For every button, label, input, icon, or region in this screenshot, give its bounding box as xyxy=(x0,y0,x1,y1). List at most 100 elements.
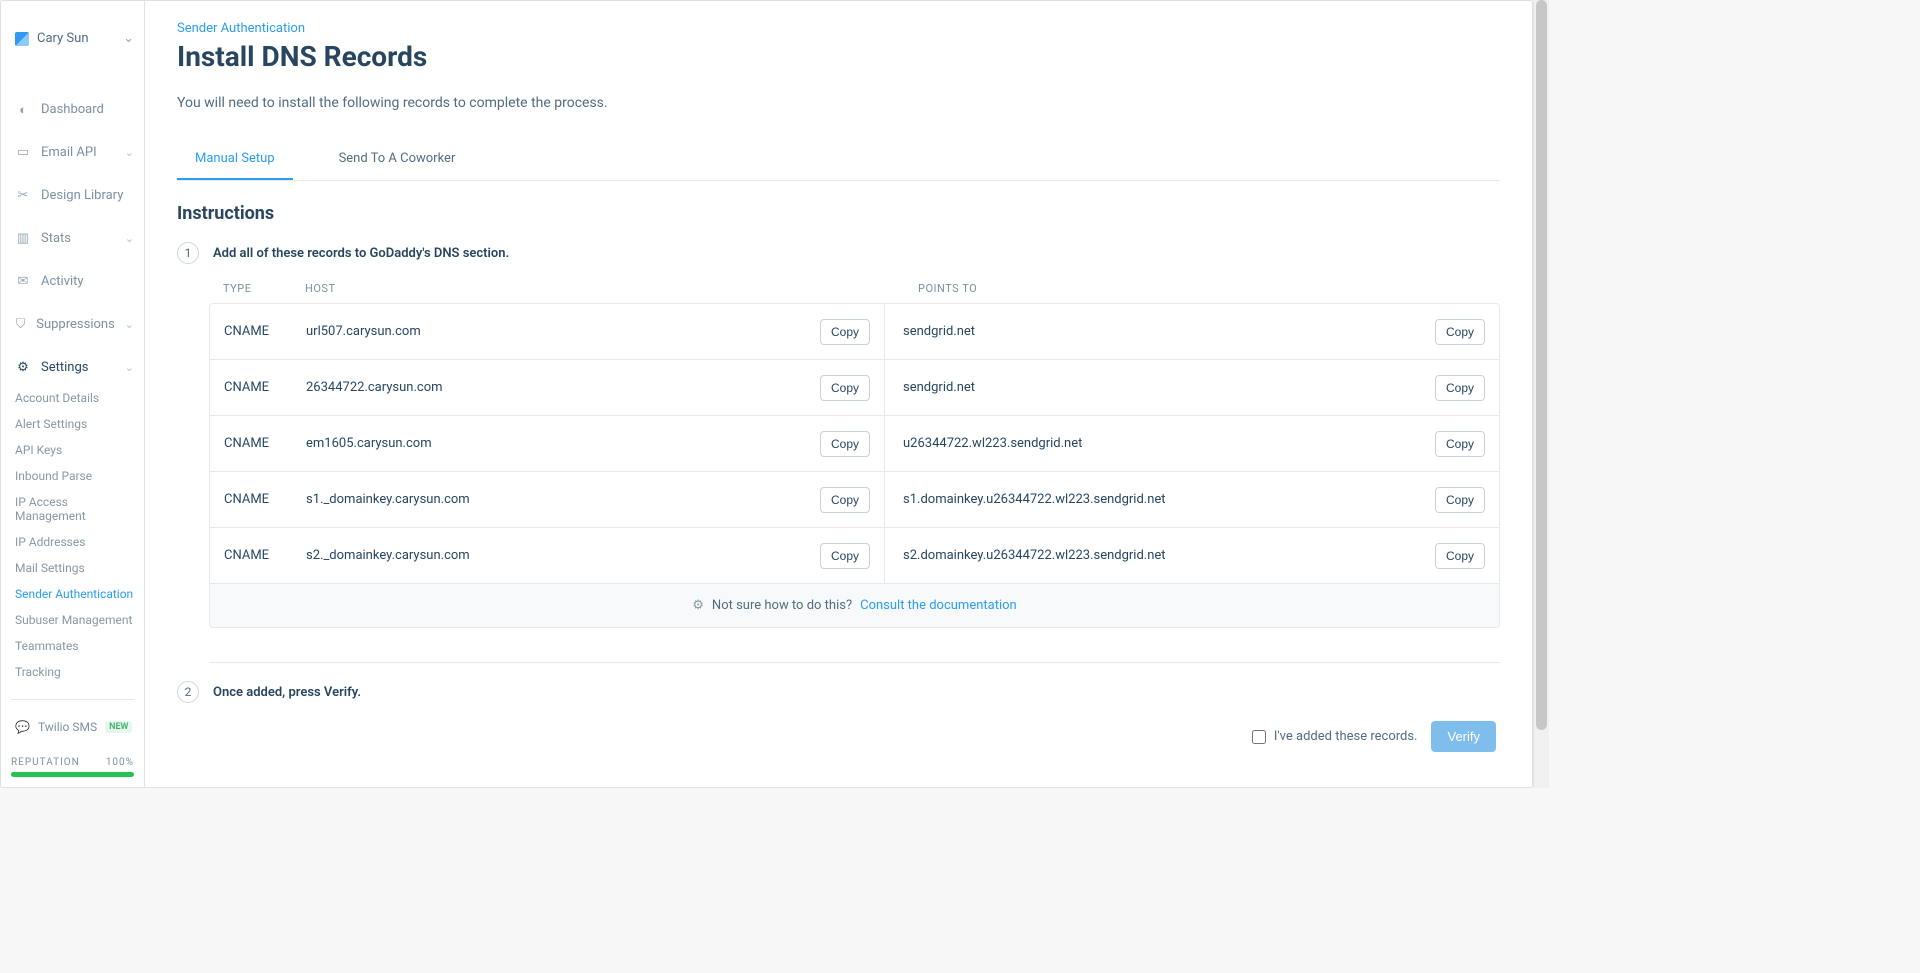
window-scrollbar[interactable] xyxy=(1533,0,1549,788)
instructions-heading: Instructions xyxy=(177,203,1500,224)
bar-chart-icon: ▥ xyxy=(15,232,31,246)
reputation-value: 100% xyxy=(106,757,134,768)
twilio-sms-link[interactable]: 💬 Twilio SMS NEW xyxy=(11,714,134,740)
added-checkbox-label[interactable]: I've added these records. xyxy=(1252,729,1418,744)
dns-row: CNAME 26344722.carysun.com Copy sendgrid… xyxy=(210,359,1499,415)
nav-activity[interactable]: ✉ Activity xyxy=(11,260,134,303)
twilio-label: Twilio SMS xyxy=(38,720,97,734)
copy-points-button[interactable]: Copy xyxy=(1435,431,1485,457)
subnav-ip-addresses[interactable]: IP Addresses xyxy=(11,529,134,555)
sidebar: Cary Sun ⌄ ◐ Dashboard ▭ Email API ⌄ ✂ D… xyxy=(1,1,145,787)
checkbox-text: I've added these records. xyxy=(1274,729,1418,744)
verify-button[interactable]: Verify xyxy=(1431,721,1496,752)
scissors-icon: ✂ xyxy=(15,189,31,203)
cell-host: url507.carysun.com Copy xyxy=(306,304,885,359)
tab-manual-setup[interactable]: Manual Setup xyxy=(177,139,293,180)
nav-label: Stats xyxy=(41,231,71,246)
subnav-teammates[interactable]: Teammates xyxy=(11,633,134,659)
cell-points: sendgrid.net Copy xyxy=(885,304,1485,359)
host-value: s1._domainkey.carysun.com xyxy=(306,492,810,507)
points-value: s2.domainkey.u26344722.wl223.sendgrid.ne… xyxy=(903,548,1425,563)
account-switcher[interactable]: Cary Sun ⌄ xyxy=(11,13,134,64)
added-checkbox[interactable] xyxy=(1252,730,1266,744)
nav-stats[interactable]: ▥ Stats ⌄ xyxy=(11,217,134,260)
copy-points-button[interactable]: Copy xyxy=(1435,319,1485,345)
breadcrumb[interactable]: Sender Authentication xyxy=(177,21,305,36)
header-host: HOST xyxy=(305,282,900,295)
host-value: em1605.carysun.com xyxy=(306,436,810,451)
chevron-down-icon: ⌄ xyxy=(123,31,134,46)
envelope-icon: ✉ xyxy=(15,275,31,289)
docs-link[interactable]: Consult the documentation xyxy=(860,598,1017,613)
host-value: s2._domainkey.carysun.com xyxy=(306,548,810,563)
page-title: Install DNS Records xyxy=(177,40,1500,73)
nav-email-api[interactable]: ▭ Email API ⌄ xyxy=(11,131,134,174)
copy-host-button[interactable]: Copy xyxy=(820,431,870,457)
copy-points-button[interactable]: Copy xyxy=(1435,487,1485,513)
cell-type: CNAME xyxy=(224,548,306,563)
points-value: sendgrid.net xyxy=(903,380,1425,395)
app-frame: Cary Sun ⌄ ◐ Dashboard ▭ Email API ⌄ ✂ D… xyxy=(0,0,1533,788)
step-number: 1 xyxy=(177,242,199,264)
main-content: Sender Authentication Install DNS Record… xyxy=(145,1,1532,787)
reputation-label: REPUTATION xyxy=(11,757,80,768)
nav-label: Email API xyxy=(41,145,97,160)
page-subtitle: You will need to install the following r… xyxy=(177,95,1500,111)
chevron-down-icon: ⌄ xyxy=(125,318,134,331)
nav-label: Activity xyxy=(41,274,84,289)
copy-host-button[interactable]: Copy xyxy=(820,319,870,345)
step-text: Once added, press Verify. xyxy=(213,685,361,700)
copy-host-button[interactable]: Copy xyxy=(820,375,870,401)
subnav-api-keys[interactable]: API Keys xyxy=(11,437,134,463)
reputation-widget: REPUTATION 100% xyxy=(11,757,134,777)
dns-row: CNAME em1605.carysun.com Copy u26344722.… xyxy=(210,415,1499,471)
cell-host: s2._domainkey.carysun.com Copy xyxy=(306,528,885,583)
sidebar-divider xyxy=(11,699,134,700)
host-value: url507.carysun.com xyxy=(306,324,810,339)
subnav-ip-access-management[interactable]: IP Access Management xyxy=(11,489,134,529)
subnav-sender-authentication[interactable]: Sender Authentication xyxy=(11,581,134,607)
copy-host-button[interactable]: Copy xyxy=(820,487,870,513)
chevron-down-icon: ⌄ xyxy=(125,232,134,245)
dns-row: CNAME url507.carysun.com Copy sendgrid.n… xyxy=(210,304,1499,359)
nav-dashboard[interactable]: ◐ Dashboard xyxy=(11,88,134,131)
nav-settings[interactable]: ⚙ Settings ⌄ xyxy=(11,346,134,389)
subnav-alert-settings[interactable]: Alert Settings xyxy=(11,411,134,437)
cell-points: s1.domainkey.u26344722.wl223.sendgrid.ne… xyxy=(885,472,1485,527)
card-icon: ▭ xyxy=(15,146,31,160)
nav-label: Design Library xyxy=(41,188,123,203)
dns-row: CNAME s1._domainkey.carysun.com Copy s1.… xyxy=(210,471,1499,527)
subnav-tracking[interactable]: Tracking xyxy=(11,659,134,685)
copy-points-button[interactable]: Copy xyxy=(1435,375,1485,401)
host-value: 26344722.carysun.com xyxy=(306,380,810,395)
subnav-mail-settings[interactable]: Mail Settings xyxy=(11,555,134,581)
dns-header-row: TYPE HOST POINTS TO xyxy=(209,274,1500,303)
tabs: Manual Setup Send To A Coworker xyxy=(177,139,1500,181)
tab-send-coworker[interactable]: Send To A Coworker xyxy=(321,139,474,180)
subnav-subuser-management[interactable]: Subuser Management xyxy=(11,607,134,633)
subnav-account-details[interactable]: Account Details xyxy=(11,385,134,411)
new-badge: NEW xyxy=(105,721,132,733)
cell-type: CNAME xyxy=(224,492,306,507)
nav-label: Settings xyxy=(41,360,88,375)
nav-label: Suppressions xyxy=(36,317,115,332)
header-type: TYPE xyxy=(223,282,305,295)
header-points: POINTS TO xyxy=(900,282,1500,295)
primary-nav: ◐ Dashboard ▭ Email API ⌄ ✂ Design Libra… xyxy=(11,88,134,685)
brand-logo-icon xyxy=(15,32,29,46)
shield-icon: ⛉ xyxy=(15,318,26,332)
subnav-inbound-parse[interactable]: Inbound Parse xyxy=(11,463,134,489)
cell-host: em1605.carysun.com Copy xyxy=(306,416,885,471)
nav-design-library[interactable]: ✂ Design Library xyxy=(11,174,134,217)
scrollbar-thumb[interactable] xyxy=(1536,0,1547,730)
gauge-icon: ◐ xyxy=(15,103,31,117)
verify-row: I've added these records. Verify xyxy=(177,721,1496,752)
copy-points-button[interactable]: Copy xyxy=(1435,543,1485,569)
nav-suppressions[interactable]: ⛉ Suppressions ⌄ xyxy=(11,303,134,346)
reputation-bar xyxy=(11,772,134,777)
chevron-down-icon: ⌄ xyxy=(125,146,134,159)
chat-icon: 💬 xyxy=(15,720,30,734)
cell-host: 26344722.carysun.com Copy xyxy=(306,360,885,415)
copy-host-button[interactable]: Copy xyxy=(820,543,870,569)
points-value: s1.domainkey.u26344722.wl223.sendgrid.ne… xyxy=(903,492,1425,507)
